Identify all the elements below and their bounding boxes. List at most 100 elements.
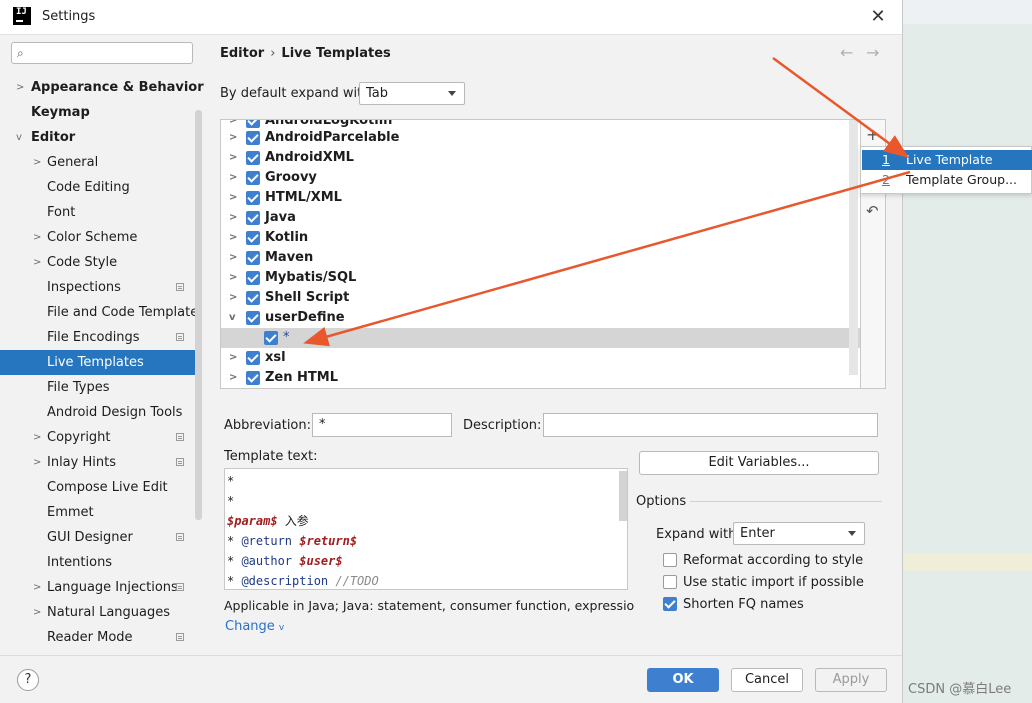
- sidebar-item-android-design-tools[interactable]: Android Design Tools: [0, 400, 195, 425]
- chevron-right-icon: >: [33, 232, 42, 243]
- reformat-checkbox[interactable]: [663, 553, 677, 567]
- arrow-right-icon[interactable]: →: [866, 43, 879, 62]
- list-item[interactable]: > Zen HTML: [221, 368, 860, 388]
- template-text-editor[interactable]: * * $param$ 入参 * @return $return$ * @aut…: [224, 468, 628, 590]
- sidebar-item-appearance-behavior[interactable]: > Appearance & Behavior: [0, 75, 204, 100]
- cancel-button[interactable]: Cancel: [731, 668, 803, 692]
- editor-scrollbar[interactable]: [619, 471, 627, 521]
- group-checkbox[interactable]: [246, 251, 260, 265]
- static-import-label: Use static import if possible: [683, 575, 864, 590]
- help-icon[interactable]: ?: [17, 669, 39, 691]
- group-checkbox[interactable]: [246, 151, 260, 165]
- edit-variables-button[interactable]: Edit Variables...: [639, 451, 879, 475]
- window-title: Settings: [42, 9, 96, 24]
- list-item[interactable]: > AndroidParcelable: [221, 128, 860, 148]
- sidebar-item-color-scheme[interactable]: > Color Scheme: [0, 225, 195, 250]
- code-line: * @description //TODO: [227, 574, 379, 588]
- list-item[interactable]: > HTML/XML: [221, 188, 860, 208]
- chevron-right-icon: >: [229, 152, 238, 163]
- sidebar-item-inspections[interactable]: Inspections: [0, 275, 195, 300]
- list-item[interactable]: v userDefine: [221, 308, 860, 328]
- chevron-right-icon: >: [229, 212, 238, 223]
- group-checkbox[interactable]: [246, 291, 260, 305]
- close-icon[interactable]: ✕: [866, 6, 890, 28]
- chevron-right-icon: >: [229, 272, 238, 283]
- group-checkbox[interactable]: [246, 171, 260, 185]
- list-item[interactable]: > xsl: [221, 348, 860, 368]
- chevron-down-icon: v: [278, 623, 285, 633]
- arrow-left-icon[interactable]: ←: [840, 43, 853, 62]
- sidebar-item-inlay-hints[interactable]: > Inlay Hints: [0, 450, 195, 475]
- sidebar-item-intentions[interactable]: Intentions: [0, 550, 195, 575]
- sidebar-item-file-types[interactable]: File Types: [0, 375, 195, 400]
- apply-button[interactable]: Apply: [815, 668, 887, 692]
- sidebar-item-code-style[interactable]: > Code Style: [0, 250, 195, 275]
- list-item[interactable]: > Shell Script: [221, 288, 860, 308]
- group-checkbox[interactable]: [246, 191, 260, 205]
- sidebar-item-gui-designer[interactable]: GUI Designer: [0, 525, 195, 550]
- sidebar-item-emmet[interactable]: Emmet: [0, 500, 195, 525]
- group-checkbox[interactable]: [246, 211, 260, 225]
- template-checkbox[interactable]: [264, 331, 278, 345]
- menu-item-template-group[interactable]: 2 Template Group...: [862, 170, 1032, 190]
- sidebar-item-natural-languages[interactable]: > Natural Languages: [0, 600, 195, 625]
- undo-icon[interactable]: ↶: [866, 202, 879, 220]
- group-checkbox[interactable]: [246, 311, 260, 325]
- project-settings-icon: [176, 433, 184, 441]
- breadcrumb-parent[interactable]: Editor: [220, 46, 264, 61]
- ok-button[interactable]: OK: [647, 668, 719, 692]
- list-item[interactable]: > Java: [221, 208, 860, 228]
- group-checkbox[interactable]: [246, 351, 260, 365]
- sidebar-item-compose-live-edit[interactable]: Compose Live Edit: [0, 475, 195, 500]
- description-label: Description:: [463, 418, 542, 433]
- template-row-selected[interactable]: *: [221, 328, 860, 348]
- list-item[interactable]: > Mybatis/SQL: [221, 268, 860, 288]
- chevron-right-icon: >: [229, 352, 238, 363]
- static-import-checkbox[interactable]: [663, 575, 677, 589]
- sidebar-item-live-templates[interactable]: Live Templates: [0, 350, 195, 375]
- sidebar-item-language-injections[interactable]: > Language Injections: [0, 575, 195, 600]
- change-context-link[interactable]: Change v: [225, 619, 284, 634]
- desktop-strip-top: [902, 0, 1032, 24]
- expand-with-select[interactable]: Tab: [359, 82, 465, 105]
- group-checkbox[interactable]: [246, 131, 260, 145]
- chevron-right-icon: >: [229, 132, 238, 143]
- list-item[interactable]: > Kotlin: [221, 228, 860, 248]
- applicable-contexts: Applicable in Java; Java: statement, con…: [224, 598, 634, 613]
- group-checkbox[interactable]: [246, 231, 260, 245]
- group-checkbox[interactable]: [246, 371, 260, 385]
- sidebar-item-copyright[interactable]: > Copyright: [0, 425, 195, 450]
- menu-item-live-template[interactable]: 1 Live Template: [862, 150, 1032, 170]
- sidebar-item-code-editing[interactable]: Code Editing: [0, 175, 195, 200]
- sidebar-item-reader-mode[interactable]: Reader Mode: [0, 625, 195, 650]
- sidebar-item-font[interactable]: Font: [0, 200, 195, 225]
- settings-sidebar: ⌕ > Appearance & Behavior Keymap v Editor …: [0, 35, 204, 655]
- sidebar-item-file-code-template[interactable]: File and Code Template: [0, 300, 198, 325]
- reformat-label: Reformat according to style: [683, 553, 864, 568]
- list-item[interactable]: > Groovy: [221, 168, 860, 188]
- sidebar-item-general[interactable]: > General: [0, 150, 195, 175]
- sidebar-scrollbar[interactable]: [195, 110, 202, 520]
- expand-with-option-select[interactable]: Enter: [733, 522, 865, 545]
- abbreviation-input[interactable]: *: [312, 413, 452, 437]
- shorten-fq-label: Shorten FQ names: [683, 597, 804, 612]
- description-input[interactable]: [543, 413, 878, 437]
- chevron-right-icon: >: [229, 232, 238, 243]
- expand-with-label: By default expand with: [220, 86, 371, 101]
- sidebar-item-editor[interactable]: v Editor: [0, 125, 195, 150]
- shorten-fq-checkbox[interactable]: [663, 597, 677, 611]
- list-item[interactable]: > AndroidXML: [221, 148, 860, 168]
- options-divider: [690, 501, 882, 502]
- sidebar-item-keymap[interactable]: Keymap: [0, 100, 195, 125]
- chevron-down-icon: v: [16, 132, 22, 143]
- list-item[interactable]: > Maven: [221, 248, 860, 268]
- sidebar-item-file-encodings[interactable]: File Encodings: [0, 325, 195, 350]
- add-icon[interactable]: +: [866, 125, 879, 144]
- group-checkbox[interactable]: [246, 271, 260, 285]
- settings-search-input[interactable]: ⌕: [11, 42, 193, 64]
- group-checkbox[interactable]: [246, 120, 260, 128]
- chevron-down-icon: [848, 531, 856, 536]
- project-settings-icon: [176, 333, 184, 341]
- list-scrollbar[interactable]: [849, 120, 858, 375]
- chevron-right-icon: >: [229, 292, 238, 303]
